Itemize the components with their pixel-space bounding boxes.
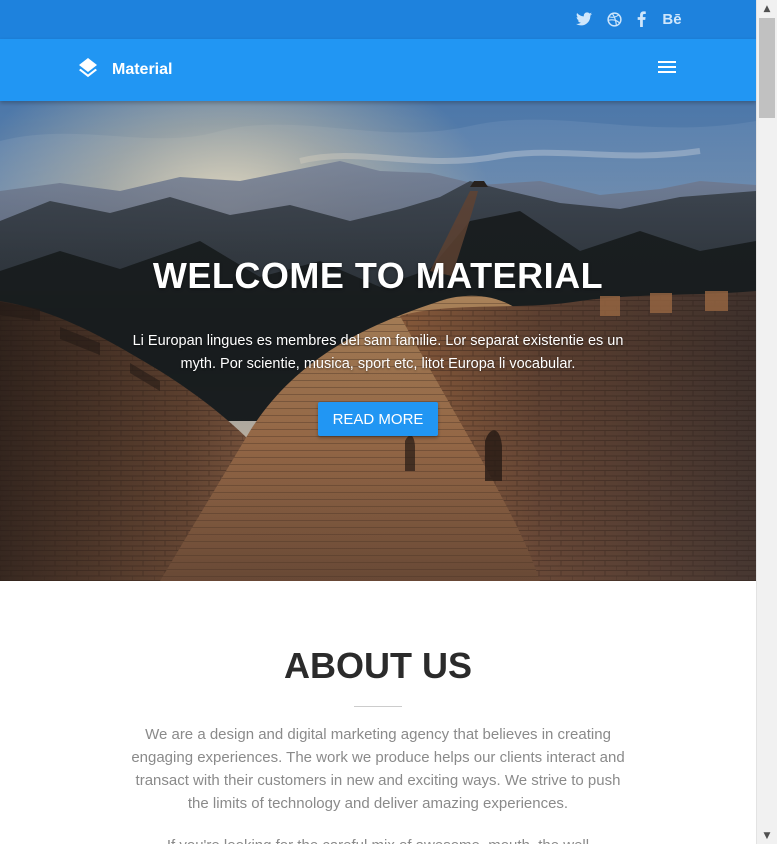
about-paragraph: We are a design and digital marketing ag…: [131, 726, 625, 812]
read-more-button[interactable]: READ MORE: [318, 402, 438, 436]
about-divider: [354, 706, 402, 707]
vertical-scrollbar[interactable]: ▲ ▼: [756, 0, 777, 844]
about-paragraph-2: If you're looking for the careful mix of…: [128, 834, 628, 844]
scroll-up-arrow-icon[interactable]: ▲: [757, 0, 777, 17]
scroll-thumb[interactable]: [759, 18, 775, 118]
hero-text: Li Europan lingues es membres del sam fa…: [132, 333, 624, 372]
hamburger-menu-icon[interactable]: [658, 60, 680, 80]
brand-logo-link[interactable]: Material: [76, 55, 172, 85]
page: Bē Material WELCOME TO MATERIAL Li Europ…: [0, 0, 756, 844]
hero-title: WELCOME TO MATERIAL: [152, 255, 604, 296]
facebook-icon[interactable]: [632, 9, 650, 29]
layers-icon: [79, 58, 97, 78]
browser-viewport: Bē Material WELCOME TO MATERIAL Li Europ…: [0, 0, 777, 844]
brand-name: Material: [112, 61, 173, 78]
dribbble-icon[interactable]: [604, 9, 624, 29]
behance-icon[interactable]: Bē: [659, 9, 685, 29]
scroll-down-arrow-icon[interactable]: ▼: [757, 827, 777, 844]
hero-section: WELCOME TO MATERIAL Li Europan lingues e…: [0, 101, 756, 581]
social-topbar: Bē: [0, 0, 756, 39]
navbar: Material: [0, 39, 756, 101]
about-title: ABOUT US: [284, 645, 472, 686]
twitter-icon[interactable]: [574, 9, 594, 29]
